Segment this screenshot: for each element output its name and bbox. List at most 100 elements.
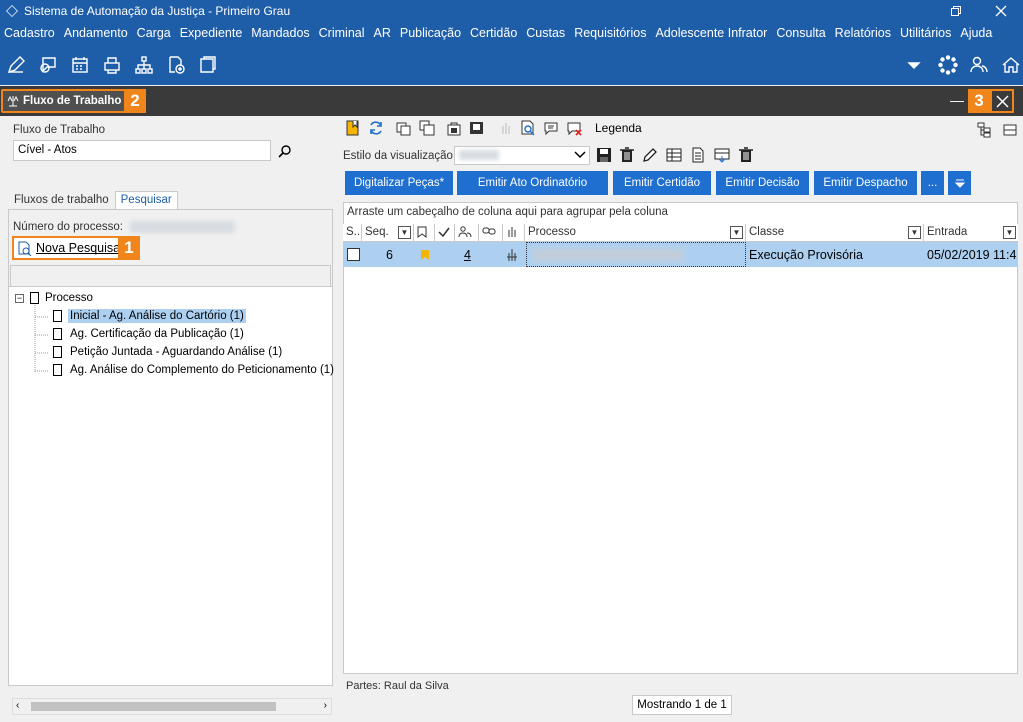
close-panel-button[interactable]: [990, 89, 1014, 113]
filter-icon[interactable]: ▼: [1003, 226, 1016, 239]
document-stack-icon[interactable]: [192, 49, 224, 81]
add-document-icon[interactable]: [160, 49, 192, 81]
row-parties-count[interactable]: 4: [464, 242, 476, 267]
col-entrada[interactable]: Entrada ▼: [924, 224, 1018, 242]
col-parties[interactable]: [455, 224, 479, 242]
col-bookmark[interactable]: [414, 224, 435, 242]
menu-item-utilitarios[interactable]: Utilitários: [900, 26, 951, 40]
scroll-left-icon[interactable]: ‹: [16, 700, 19, 711]
dropdown-button[interactable]: [948, 171, 971, 195]
menu-item-andamento[interactable]: Andamento: [64, 26, 128, 40]
col-seq[interactable]: Seq. ▼: [362, 224, 414, 242]
col-classe[interactable]: Classe ▼: [746, 224, 924, 242]
horizontal-scrollbar[interactable]: ‹ ›: [12, 698, 332, 715]
col-link[interactable]: [479, 224, 503, 242]
home-icon[interactable]: [995, 49, 1023, 81]
filter-icon[interactable]: ▼: [730, 226, 743, 239]
col-processo[interactable]: Processo ▼: [525, 224, 746, 242]
digitalizar-pecas-button[interactable]: Digitalizar Peças*: [345, 171, 453, 195]
tree-item-inicial[interactable]: Inicial - Ag. Análise do Cartório (1): [53, 309, 246, 323]
menu-item-certidao[interactable]: Certidão: [470, 26, 517, 40]
tab-pesquisar[interactable]: Pesquisar: [114, 191, 178, 209]
filter-icon[interactable]: ▼: [398, 226, 411, 239]
tree-root[interactable]: − Processo: [15, 292, 93, 304]
chevron-down-icon: [574, 151, 586, 159]
loading-icon[interactable]: [932, 49, 964, 81]
emitir-certidao-button[interactable]: Emitir Certidão: [613, 171, 711, 195]
row-entrada: 05/02/2019 11:4: [927, 247, 1017, 262]
menu-item-expediente[interactable]: Expediente: [180, 26, 243, 40]
menu-item-requisitorios[interactable]: Requisitórios: [574, 26, 646, 40]
close-window-button[interactable]: [979, 0, 1023, 22]
menu-item-relatorios[interactable]: Relatórios: [835, 26, 891, 40]
bookmark-icon[interactable]: [345, 120, 361, 136]
more-button[interactable]: ...: [921, 171, 944, 195]
minimize-panel-button[interactable]: —: [950, 92, 964, 108]
numero-processo-label: Número do processo:: [13, 221, 123, 233]
row-classe: Execução Provisória: [749, 247, 863, 262]
tree-item-label: Ag. Certificação da Publicação (1): [70, 328, 244, 340]
people-icon: [458, 226, 472, 238]
legenda-label[interactable]: Legenda: [595, 121, 642, 135]
comment-icon[interactable]: [543, 120, 559, 136]
search-icon[interactable]: [278, 144, 292, 158]
emitir-ato-ordinatorio-button[interactable]: Emitir Ato Ordinatório: [457, 171, 608, 195]
expand-panel-icon[interactable]: [1002, 122, 1018, 138]
tab-fluxos-de-trabalho[interactable]: Fluxos de trabalho: [8, 191, 115, 209]
restore-button[interactable]: [934, 0, 978, 22]
pencil-icon[interactable]: [642, 147, 658, 163]
delete-comment-icon[interactable]: [566, 120, 582, 136]
users-icon[interactable]: [963, 49, 995, 81]
chevron-down-icon[interactable]: [898, 49, 930, 81]
tree-item-peticao[interactable]: Petição Juntada - Aguardando Análise (1): [53, 345, 284, 359]
col-s[interactable]: S...: [343, 224, 362, 242]
edit-icon[interactable]: [0, 49, 32, 81]
refresh-icon[interactable]: [368, 120, 384, 136]
unlock-icon[interactable]: [469, 120, 485, 136]
results-filter: [10, 265, 331, 287]
fluxo-select[interactable]: Cível - Atos: [13, 140, 271, 161]
tree-item-certificacao[interactable]: Ag. Certificação da Publicação (1): [53, 327, 246, 341]
search-chat-icon[interactable]: [32, 49, 64, 81]
export-icon[interactable]: [714, 147, 730, 163]
col-check[interactable]: [435, 224, 455, 242]
menu-item-ajuda[interactable]: Ajuda: [960, 26, 992, 40]
tree-item-complemento[interactable]: Ag. Análise do Complemento do Peticionam…: [53, 363, 336, 377]
nova-pesquisa-button[interactable]: Nova Pesquisa: [12, 236, 126, 260]
lock-icon[interactable]: [446, 120, 462, 136]
trash-icon[interactable]: [738, 147, 754, 163]
filter-icon[interactable]: ▼: [908, 226, 921, 239]
trash-icon[interactable]: [619, 147, 635, 163]
menu-item-mandados[interactable]: Mandados: [251, 26, 309, 40]
document-icon[interactable]: [690, 147, 706, 163]
search-document-icon[interactable]: [520, 120, 536, 136]
collapse-icon[interactable]: −: [15, 293, 24, 303]
emitir-decisao-button[interactable]: Emitir Decisão: [716, 171, 809, 195]
menu-item-adolescente-infrator[interactable]: Adolescente Infrator: [655, 26, 767, 40]
calendar-icon[interactable]: [64, 49, 96, 81]
spreadsheet-icon[interactable]: [666, 147, 682, 163]
menu-item-ar[interactable]: AR: [374, 26, 391, 40]
save-icon[interactable]: [596, 147, 612, 163]
col-hand[interactable]: [503, 224, 525, 242]
tree-view-icon[interactable]: [977, 122, 993, 138]
menu-item-consulta[interactable]: Consulta: [776, 26, 825, 40]
menu-item-criminal[interactable]: Criminal: [319, 26, 365, 40]
scroll-right-icon[interactable]: ›: [324, 700, 327, 711]
row-processo[interactable]: [526, 242, 746, 267]
fluxo-de-trabalho-tab[interactable]: Fluxo de Trabalho: [1, 89, 130, 113]
scrollbar-thumb[interactable]: [31, 702, 276, 711]
row-checkbox[interactable]: [347, 242, 363, 267]
hierarchy-icon[interactable]: [128, 49, 160, 81]
emitir-despacho-button[interactable]: Emitir Despacho: [814, 171, 917, 195]
paste-icon[interactable]: [419, 120, 435, 136]
menu-item-custas[interactable]: Custas: [526, 26, 565, 40]
copy-icon[interactable]: [396, 120, 412, 136]
table-row[interactable]: 6 4 Execução Provisória 05/02/2019 11:4: [344, 242, 1018, 267]
menu-item-cadastro[interactable]: Cadastro: [4, 26, 55, 40]
tree-item-label: Petição Juntada - Aguardando Análise (1): [70, 346, 283, 358]
estilo-select[interactable]: [454, 146, 590, 165]
printer-icon[interactable]: [96, 49, 128, 81]
menu-item-carga[interactable]: Carga: [137, 26, 171, 40]
menu-item-publicacao[interactable]: Publicação: [400, 26, 461, 40]
